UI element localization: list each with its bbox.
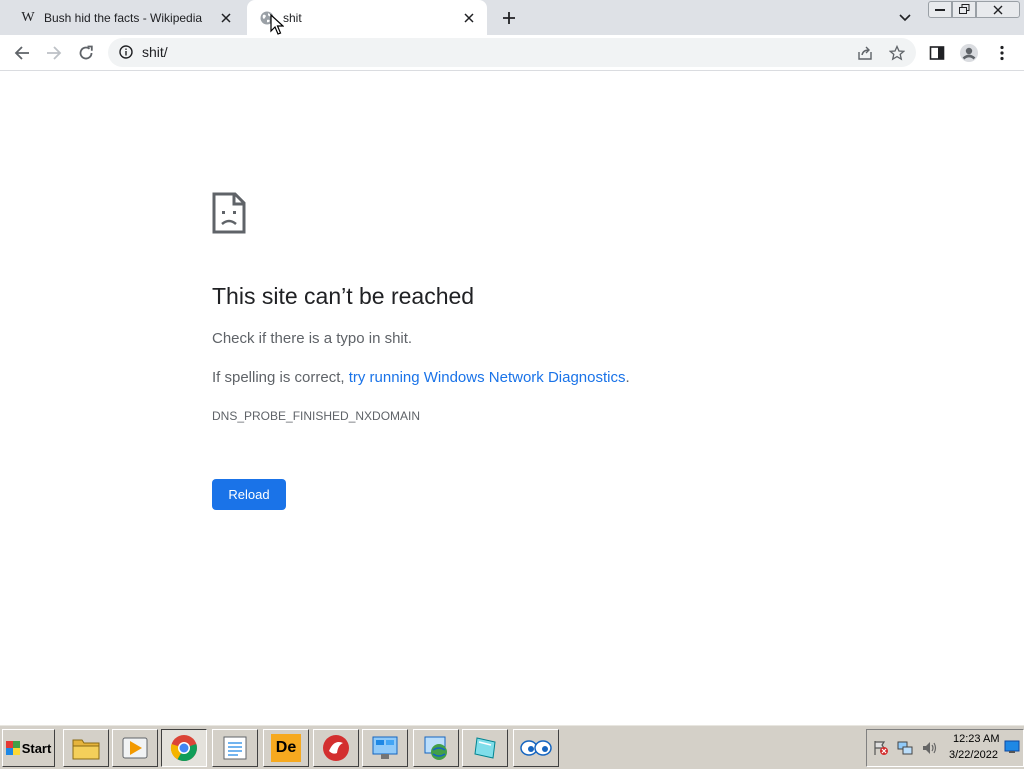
globe-app-icon — [424, 736, 447, 760]
eyes-app-icon — [520, 740, 552, 756]
taskbar-file-manager[interactable] — [63, 729, 109, 767]
error-code: DNS_PROBE_FINISHED_NXDOMAIN — [212, 409, 421, 423]
side-panel-button[interactable] — [924, 40, 950, 66]
taskbar-red-app[interactable] — [313, 729, 359, 767]
red-app-icon — [323, 735, 349, 761]
network-app-icon — [372, 736, 398, 759]
kebab-menu-icon — [1000, 45, 1004, 61]
new-tab-button[interactable] — [499, 8, 519, 28]
action-center-flag-icon[interactable] — [873, 740, 889, 756]
close-icon — [993, 5, 1003, 14]
start-label: Start — [21, 740, 52, 756]
forward-button[interactable] — [41, 40, 67, 66]
chevron-down-icon — [899, 14, 911, 22]
system-tray: 12:23 AM 3/22/2022 — [866, 729, 1024, 767]
close-tab-icon[interactable] — [218, 10, 234, 26]
restore-icon — [958, 4, 969, 14]
error-suggestion: Check if there is a typo in shit. — [212, 330, 413, 347]
taskbar-tablet-app[interactable] — [462, 729, 508, 767]
restore-button[interactable] — [952, 1, 976, 18]
arrow-right-icon — [47, 46, 62, 60]
avatar-icon — [960, 44, 978, 62]
reload-toolbar-button[interactable] — [73, 40, 99, 66]
diagnostics-link[interactable]: try running Windows Network Diagnostics — [349, 369, 626, 386]
tab-search-button[interactable] — [895, 8, 915, 28]
start-button[interactable]: Start — [2, 729, 55, 767]
close-tab-icon[interactable] — [461, 10, 477, 26]
chrome-icon — [170, 735, 197, 762]
taskbar-network-app[interactable] — [362, 729, 408, 767]
bookmark-star-icon[interactable] — [888, 44, 906, 62]
refresh-icon — [79, 45, 93, 60]
tablet-app-icon — [474, 737, 496, 759]
show-desktop-icon[interactable] — [1004, 739, 1020, 755]
tab-title: shit — [283, 10, 302, 25]
address-bar[interactable]: shit/ — [108, 38, 916, 67]
file-manager-icon — [72, 739, 100, 760]
taskbar-chrome[interactable] — [161, 729, 207, 767]
taskbar: Start De 12:23 AM 3/22/2022 — [0, 724, 1024, 769]
minimize-icon — [935, 8, 945, 11]
mouse-cursor-icon — [270, 14, 284, 35]
side-panel-icon — [929, 46, 945, 60]
error-diagnostics-line: If spelling is correct, try running Wind… — [212, 369, 630, 386]
volume-icon[interactable] — [921, 740, 937, 756]
plus-icon — [503, 12, 515, 24]
diagnostics-prefix: If spelling is correct, — [212, 369, 349, 386]
taskbar-app-de[interactable]: De — [263, 729, 309, 767]
share-icon[interactable] — [856, 44, 874, 62]
network-tray-icon[interactable] — [897, 740, 913, 756]
error-heading: This site can’t be reached — [212, 283, 475, 309]
diagnostics-suffix: . — [625, 369, 630, 386]
menu-button[interactable] — [989, 40, 1015, 66]
page-content: This site can’t be reached Check if ther… — [0, 71, 1024, 724]
info-icon[interactable] — [118, 44, 134, 60]
arrow-left-icon — [14, 46, 29, 60]
clock-date[interactable]: 3/22/2022 — [949, 749, 998, 761]
browser-toolbar: shit/ — [0, 35, 1024, 71]
taskbar-notepad[interactable] — [212, 729, 258, 767]
clock-time[interactable]: 12:23 AM — [953, 733, 999, 745]
back-button[interactable] — [9, 40, 35, 66]
tab-strip: W Bush hid the facts - Wikipedia shit — [0, 0, 1024, 35]
minimize-button[interactable] — [928, 1, 952, 18]
windows-flag-icon — [5, 741, 20, 755]
taskbar-media-player[interactable] — [112, 729, 158, 767]
taskbar-globe-app[interactable] — [413, 729, 459, 767]
profile-button[interactable] — [956, 40, 982, 66]
sad-document-icon — [212, 192, 246, 234]
taskbar-eyes-app[interactable] — [513, 729, 559, 767]
tab-wikipedia[interactable]: W Bush hid the facts - Wikipedia — [8, 0, 244, 35]
notepad-icon — [223, 736, 247, 760]
reload-button[interactable]: Reload — [212, 479, 286, 510]
wikipedia-icon: W — [21, 9, 35, 25]
app-de-icon: De — [271, 734, 301, 762]
url-text[interactable]: shit/ — [142, 44, 168, 60]
media-player-icon — [122, 737, 148, 759]
window-close-button[interactable] — [976, 1, 1020, 18]
tab-title: Bush hid the facts - Wikipedia — [44, 10, 203, 25]
